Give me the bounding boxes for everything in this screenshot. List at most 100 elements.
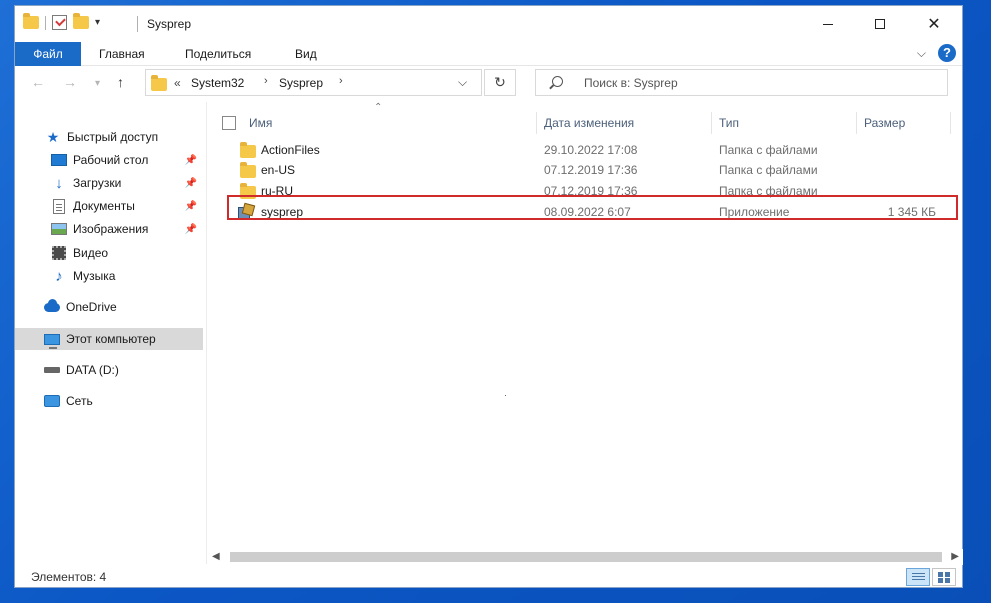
refresh-icon: ↻	[494, 74, 506, 90]
close-icon: ✕	[927, 16, 941, 33]
column-header-type[interactable]: Тип	[713, 112, 857, 134]
qat-dropdown-icon[interactable]: ▾	[95, 17, 100, 28]
file-type: Папка с файлами	[719, 163, 818, 177]
sidebar-item-video[interactable]: Видео	[15, 242, 203, 264]
navigation-bar: ← → ▾ ↑ « System32 › Sysprep › ⌵ ↻ Поиск…	[15, 66, 962, 102]
window-title: Sysprep	[147, 17, 192, 31]
recent-locations-icon[interactable]: ▾	[95, 78, 100, 89]
documents-icon	[51, 198, 67, 214]
folder-icon	[240, 142, 256, 158]
network-icon	[44, 393, 60, 409]
scrollbar-thumb[interactable]	[230, 552, 942, 562]
sidebar-item-label: DATA (D:)	[66, 363, 119, 377]
qat-separator	[45, 15, 46, 30]
close-button[interactable]: ✕	[911, 6, 957, 42]
pin-icon: 📌	[184, 177, 197, 189]
scroll-right-icon[interactable]: ▶	[951, 551, 959, 562]
file-name: ActionFiles	[261, 143, 320, 157]
breadcrumb-system32[interactable]: System32	[191, 76, 244, 90]
refresh-button[interactable]: ↻	[484, 69, 516, 96]
expand-ribbon-icon[interactable]: ⌵	[917, 46, 926, 61]
maximize-button[interactable]	[857, 6, 903, 42]
status-bar: Элементов: 4	[15, 565, 962, 589]
select-all-checkbox[interactable]	[222, 116, 236, 130]
details-view-button[interactable]	[906, 568, 930, 586]
search-icon	[552, 76, 563, 87]
table-row[interactable]: en-US 07.12.2019 17:36 Папка с файлами	[226, 160, 952, 180]
column-header-size[interactable]: Размер	[858, 112, 951, 134]
file-date: 07.12.2019 17:36	[544, 163, 638, 177]
address-bar[interactable]: « System32 › Sysprep › ⌵	[145, 69, 482, 96]
new-folder-icon[interactable]	[73, 13, 89, 29]
minimize-button[interactable]	[805, 6, 851, 42]
maximize-icon	[875, 19, 885, 29]
sidebar-item-label: Рабочий стол	[73, 153, 149, 167]
forward-arrow-icon[interactable]: →	[63, 74, 77, 90]
address-folder-icon	[151, 75, 167, 91]
music-icon: ♪	[55, 267, 63, 285]
tab-file[interactable]: Файл	[15, 42, 81, 66]
large-icons-view-button[interactable]	[932, 568, 956, 586]
tab-home[interactable]: Главная	[83, 42, 161, 66]
sidebar-item-pictures[interactable]: Изображения 📌	[15, 218, 203, 240]
items-count: Элементов: 4	[31, 570, 107, 584]
ribbon-right: ⌵ ?	[917, 44, 956, 62]
column-header-name[interactable]: Имя	[243, 112, 537, 134]
sidebar-item-downloads[interactable]: ↓ Загрузки 📌	[15, 172, 203, 194]
folder-icon[interactable]	[23, 13, 39, 29]
large-icons-view-icon	[938, 572, 943, 577]
breadcrumb-sysprep[interactable]: Sysprep	[279, 76, 323, 90]
pin-icon: 📌	[184, 223, 197, 235]
details-view-icon	[912, 573, 925, 574]
sidebar-item-label: Изображения	[73, 222, 149, 236]
up-arrow-icon[interactable]: ↑	[117, 74, 124, 90]
sidebar-item-label: Документы	[73, 199, 135, 213]
highlight-box	[227, 195, 958, 220]
navigation-pane: ★ Быстрый доступ Рабочий стол 📌 ↓ Загруз…	[15, 102, 207, 564]
sidebar-item-label: Музыка	[73, 269, 116, 283]
sidebar-item-label: Загрузки	[73, 176, 122, 190]
sidebar-item-quick-access[interactable]: ★ Быстрый доступ	[15, 126, 203, 148]
stray-dot	[505, 395, 506, 396]
sidebar-item-label: Сеть	[66, 394, 93, 408]
title-separator	[137, 16, 138, 32]
column-header-date[interactable]: Дата изменения	[538, 112, 712, 134]
sidebar-item-music[interactable]: ♪ Музыка	[15, 265, 203, 287]
ribbon-tabs: Файл Главная Поделиться Вид ⌵ ?	[15, 42, 962, 66]
breadcrumb-chevron-icon[interactable]: ›	[339, 75, 343, 87]
star-icon: ★	[46, 128, 60, 145]
file-date: 29.10.2022 17:08	[544, 143, 638, 157]
back-arrow-icon[interactable]: ←	[31, 74, 45, 90]
explorer-window: ▾ Sysprep ✕ Файл Главная Поделиться Вид …	[14, 5, 963, 588]
desktop-icon	[51, 152, 67, 168]
folder-icon	[240, 162, 256, 178]
sidebar-item-documents[interactable]: Документы 📌	[15, 195, 203, 217]
sidebar-item-network[interactable]: Сеть	[15, 390, 203, 412]
sidebar-item-label: Быстрый доступ	[67, 130, 159, 144]
properties-icon[interactable]	[52, 15, 67, 30]
tab-share[interactable]: Поделиться	[169, 42, 267, 66]
sidebar-item-desktop[interactable]: Рабочий стол 📌	[15, 149, 203, 171]
breadcrumb-chevron-icon[interactable]: ›	[264, 75, 268, 87]
address-dropdown-icon[interactable]: ⌵	[458, 75, 467, 90]
file-name: en-US	[261, 163, 296, 177]
sidebar-item-this-pc[interactable]: Этот компьютер	[15, 328, 203, 350]
computer-icon	[44, 331, 60, 349]
tab-view[interactable]: Вид	[279, 42, 333, 66]
search-box[interactable]: Поиск в: Sysprep	[535, 69, 948, 96]
horizontal-scrollbar[interactable]: ◀ ▶	[208, 549, 963, 565]
sidebar-item-label: Этот компьютер	[66, 332, 156, 346]
sidebar-item-onedrive[interactable]: OneDrive	[15, 296, 203, 318]
scroll-left-icon[interactable]: ◀	[212, 551, 220, 562]
sidebar-item-data-drive[interactable]: DATA (D:)	[15, 359, 203, 381]
address-overflow[interactable]: «	[174, 76, 181, 90]
minimize-icon	[823, 23, 833, 25]
file-type: Папка с файлами	[719, 143, 818, 157]
quick-access-toolbar: ▾	[23, 13, 100, 30]
pin-icon: 📌	[184, 200, 197, 212]
video-icon	[51, 245, 67, 261]
sidebar-item-label: Видео	[73, 246, 109, 260]
help-icon[interactable]: ?	[938, 44, 956, 62]
table-row[interactable]: ActionFiles 29.10.2022 17:08 Папка с фай…	[226, 140, 952, 160]
title-bar: ▾ Sysprep ✕	[15, 6, 962, 42]
